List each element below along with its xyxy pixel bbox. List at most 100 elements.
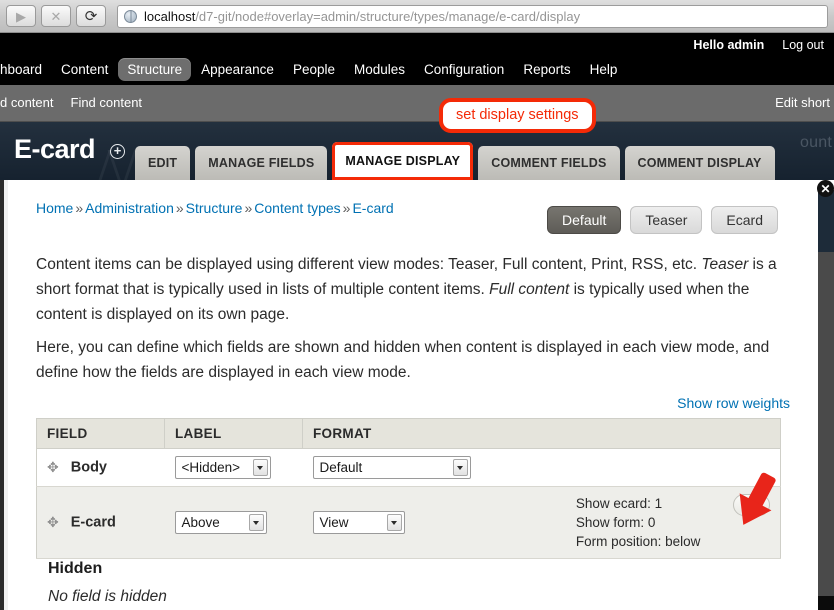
overlay-tabs: EDIT MANAGE FIELDS MANAGE DISPLAY COMMENT F… (135, 142, 780, 180)
url-bar[interactable]: localhost/d7-git/node#overlay=admin/stru… (117, 4, 828, 28)
format-select[interactable]: Default (312, 456, 471, 479)
right-scrollbar[interactable] (818, 190, 834, 610)
overlay-title-bar: /\/ ount E-card + EDIT MANAGE FIELDS MANAG… (0, 122, 834, 180)
chevron-down-icon (252, 459, 268, 476)
overlay-page: Home» Administration» Structure» Content ty… (8, 180, 818, 610)
right-edge-bottom (818, 596, 834, 610)
admin-menu-item-structure[interactable]: Structure (118, 58, 192, 81)
chevron-down-icon (452, 459, 468, 476)
admin-menu-item-people[interactable]: People (284, 58, 344, 81)
format-select[interactable]: View (312, 511, 405, 535)
breadcrumb-item-structure[interactable]: Structure (186, 200, 243, 216)
table-row: ✥ Body <Hidden> Default (36, 448, 781, 487)
greeting-prefix: Hello (693, 38, 728, 52)
show-row-weights-link[interactable]: Show row weights (677, 395, 790, 411)
plus-circle-icon[interactable]: + (110, 144, 125, 159)
tab-edit[interactable]: EDIT (135, 146, 191, 180)
breadcrumb-item-administration[interactable]: Administration (85, 200, 174, 216)
hidden-section-note: No field is hidden (48, 588, 167, 605)
column-header-label: LABEL (164, 418, 303, 449)
tab-manage-display[interactable]: MANAGE DISPLAY (332, 142, 474, 180)
breadcrumb-item-e-card[interactable]: E-card (352, 200, 393, 216)
intro-p1-a: Content items can be displayed using dif… (36, 256, 702, 273)
breadcrumb-separator: » (244, 200, 253, 216)
column-header-field: FIELD (36, 418, 165, 449)
field-display-table: FIELD LABEL FORMAT ✥ Body <Hidden> Default ✥… (36, 418, 781, 560)
label-select-value: Above (181, 515, 220, 531)
field-name: Body (70, 459, 107, 476)
label-select[interactable]: <Hidden> (174, 456, 271, 479)
view-mode-teaser[interactable]: Teaser (630, 206, 703, 234)
forward-button[interactable]: ▶ (6, 5, 36, 27)
background-my-account-text: ount (800, 134, 832, 151)
admin-menu-item-appearance[interactable]: Appearance (192, 58, 283, 81)
admin-menu-item-content[interactable]: Content (52, 58, 117, 81)
breadcrumb-item-content-types[interactable]: Content types (254, 200, 340, 216)
cell-label: Above (164, 486, 303, 560)
shortcut-link-0[interactable]: d content (0, 95, 54, 110)
view-mode-ecard[interactable]: Ecard (711, 206, 778, 234)
close-overlay-button[interactable]: ✕ (817, 180, 834, 197)
admin-menu-item-hboard[interactable]: hboard (0, 58, 51, 81)
url-host: localhost (144, 8, 196, 24)
breadcrumb-separator: » (342, 200, 351, 216)
admin-menu: hboard Content Structure Appearance People Mo… (0, 58, 626, 81)
close-icon: ✕ (50, 8, 62, 24)
label-select-value: <Hidden> (181, 460, 241, 475)
cell-label: <Hidden> (164, 448, 303, 487)
drag-handle-icon[interactable]: ✥ (47, 459, 59, 476)
annotation-set-display-settings: set display settings (439, 98, 596, 133)
admin-menu-item-configuration[interactable]: Configuration (415, 58, 513, 81)
shortcut-bar: d content Find content Edit short (0, 85, 834, 122)
edit-shortcuts-link[interactable]: Edit short (775, 95, 830, 110)
screen-root: ▶ ✕ ⟳ localhost/d7-git/node#overlay=admi… (0, 0, 834, 610)
right-edge-top (818, 190, 834, 252)
greeting-username: admin (727, 38, 765, 52)
format-select-value: Default (319, 460, 363, 475)
column-header-format: FORMAT (302, 418, 781, 449)
tab-comment-fields[interactable]: COMMENT FIELDS (478, 146, 620, 180)
admin-menu-item-reports[interactable]: Reports (514, 58, 579, 81)
url-path: /d7-git/node#overlay=admin/structure/typ… (195, 8, 581, 24)
stop-button[interactable]: ✕ (41, 5, 71, 27)
shortcut-link-1[interactable]: Find content (71, 95, 143, 110)
reload-button[interactable]: ⟳ (76, 5, 106, 27)
hidden-section-heading: Hidden (48, 560, 103, 577)
intro-p1-em1: Teaser (701, 256, 749, 273)
admin-toolbar: Hello admin Log out hboard Content Structu… (0, 33, 834, 85)
breadcrumb: Home» Administration» Structure» Content ty… (36, 200, 394, 216)
toolbar-user-area: Hello admin Log out (693, 38, 824, 52)
logout-link[interactable]: Log out (782, 38, 824, 52)
globe-icon (124, 9, 137, 23)
reload-icon: ⟳ (84, 7, 98, 25)
browser-toolbar: ▶ ✕ ⟳ localhost/d7-git/node#overlay=admi… (0, 0, 834, 33)
cell-field: ✥ Body (36, 448, 165, 487)
view-mode-default[interactable]: Default (547, 206, 622, 234)
field-name: E-card (70, 514, 116, 531)
cell-format: Default (302, 448, 566, 487)
breadcrumb-separator: » (175, 200, 184, 216)
cell-field: ✥ E-card (36, 486, 165, 560)
greeting: Hello admin (693, 38, 764, 52)
format-select-value: View (319, 515, 349, 531)
breadcrumb-item-home[interactable]: Home (36, 200, 73, 216)
breadcrumb-separator: » (75, 200, 84, 216)
chevron-down-icon (248, 514, 264, 532)
chevron-down-icon (386, 514, 402, 532)
tab-manage-fields[interactable]: MANAGE FIELDS (195, 146, 328, 180)
forward-arrow-icon: ▶ (16, 8, 26, 24)
intro-paragraph-1: Content items can be displayed using dif… (36, 252, 778, 327)
intro-paragraph-2: Here, you can define which fields are sh… (36, 339, 770, 382)
label-select[interactable]: Above (174, 511, 267, 535)
table-row: ✥E-cardAboveView⚙Show ecard: 1Show form:… (36, 486, 781, 560)
tab-comment-display[interactable]: COMMENT DISPLAY (624, 146, 775, 180)
admin-menu-item-modules[interactable]: Modules (345, 58, 414, 81)
table-header-row: FIELD LABEL FORMAT (36, 418, 781, 449)
red-arrow-icon (729, 470, 783, 537)
admin-menu-item-help[interactable]: Help (581, 58, 627, 81)
cell-format: View (302, 486, 566, 560)
page-title: E-card (14, 134, 96, 164)
drag-handle-icon[interactable]: ✥ (47, 514, 59, 531)
intro-p1-em2: Full content (489, 281, 570, 299)
shortcut-links: d content Find content (0, 95, 142, 110)
